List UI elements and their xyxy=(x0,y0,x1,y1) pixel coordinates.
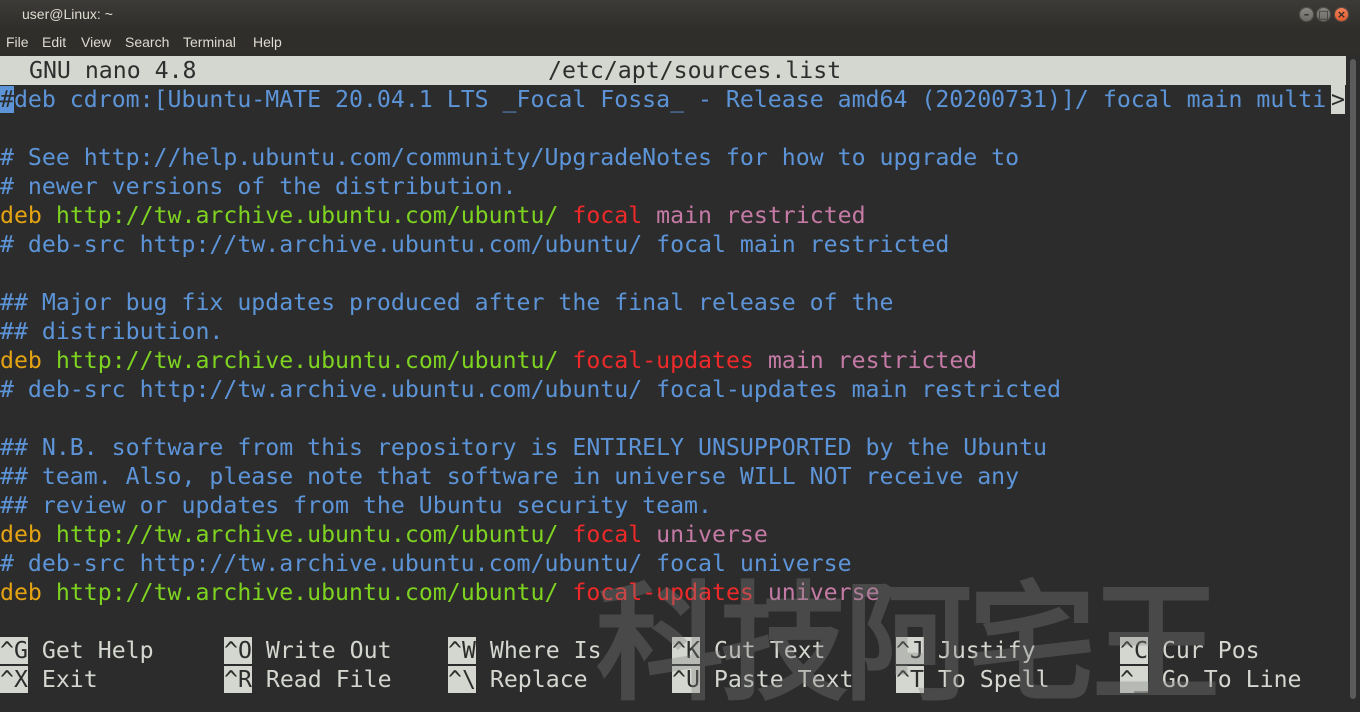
shortcut-exit[interactable]: ^X Exit xyxy=(0,665,98,694)
shortcut-key: ^G xyxy=(0,637,28,664)
shortcut-label: Where Is xyxy=(489,637,602,664)
shortcut-get-help[interactable]: ^G Get Help xyxy=(0,636,154,665)
nano-version: GNU nano 4.8 xyxy=(29,57,197,84)
menu-terminal[interactable]: Terminal xyxy=(183,34,236,50)
close-button[interactable]: × xyxy=(1334,7,1349,22)
editor-line-13[interactable]: ## N.B. software from this repository is… xyxy=(0,433,1047,462)
text-cursor: # xyxy=(0,86,14,113)
line-truncated-marker: > xyxy=(1331,85,1345,114)
editor-line-15[interactable]: ## review or updates from the Ubuntu sec… xyxy=(0,491,712,520)
editor-line-9[interactable]: ## distribution. xyxy=(0,317,223,346)
shortcut-label: Replace xyxy=(489,666,588,693)
menu-view[interactable]: View xyxy=(81,34,111,50)
editor-line-5[interactable]: deb http://tw.archive.ubuntu.com/ubuntu/… xyxy=(0,201,866,230)
shortcut-read-file[interactable]: ^R Read File xyxy=(224,665,392,694)
shortcut-label: Exit xyxy=(41,666,98,693)
scrollbar[interactable] xyxy=(1346,55,1360,712)
shortcut-key: ^\ xyxy=(448,666,476,693)
menu-file[interactable]: File xyxy=(6,34,29,50)
editor-line-14[interactable]: ## team. Also, please note that software… xyxy=(0,462,1019,491)
close-icon: × xyxy=(1336,8,1347,21)
maximize-button[interactable]: □ xyxy=(1316,7,1331,22)
shortcut-key: ^O xyxy=(224,637,252,664)
menu-search[interactable]: Search xyxy=(125,34,169,50)
menu-edit[interactable]: Edit xyxy=(42,34,66,50)
editor-line-4[interactable]: # newer versions of the distribution. xyxy=(0,172,517,201)
editor-line-8[interactable]: ## Major bug fix updates produced after … xyxy=(0,288,893,317)
shortcut-key: ^R xyxy=(224,666,252,693)
watermark-logo: 科技阿宅王 xyxy=(596,570,1220,712)
maximize-icon: □ xyxy=(1318,8,1329,21)
editor-line-10[interactable]: deb http://tw.archive.ubuntu.com/ubuntu/… xyxy=(0,346,977,375)
shortcut-key: ^W xyxy=(448,637,476,664)
shortcut-write-out[interactable]: ^O Write Out xyxy=(224,636,392,665)
editor-line-6[interactable]: # deb-src http://tw.archive.ubuntu.com/u… xyxy=(0,230,949,259)
nano-header: GNU nano 4.8 /etc/apt/sources.list xyxy=(0,56,1346,85)
editor-line-3[interactable]: # See http://help.ubuntu.com/community/U… xyxy=(0,143,1019,172)
nano-filename: /etc/apt/sources.list xyxy=(548,57,842,84)
terminal-window: user@Linux: ~ – □ × File Edit View Searc… xyxy=(0,0,1360,712)
title-bar[interactable]: user@Linux: ~ – □ × xyxy=(0,0,1360,30)
editor-line-11[interactable]: # deb-src http://tw.archive.ubuntu.com/u… xyxy=(0,375,1061,404)
minimize-icon: – xyxy=(1303,8,1310,21)
shortcut-label: Read File xyxy=(265,666,392,693)
shortcut-replace[interactable]: ^\ Replace xyxy=(448,665,588,694)
menu-help[interactable]: Help xyxy=(253,34,282,50)
shortcut-where-is[interactable]: ^W Where Is xyxy=(448,636,602,665)
minimize-button[interactable]: – xyxy=(1299,7,1314,22)
shortcut-label: Write Out xyxy=(265,637,392,664)
editor-line-1[interactable]: #deb cdrom:[Ubuntu-MATE 20.04.1 LTS _Foc… xyxy=(0,85,1326,114)
shortcut-label: Get Help xyxy=(41,637,154,664)
window-title: user@Linux: ~ xyxy=(22,6,113,22)
menu-bar: File Edit View Search Terminal Help xyxy=(0,30,1360,55)
scrollbar-thumb[interactable] xyxy=(1350,59,1356,699)
shortcut-key: ^X xyxy=(0,666,28,693)
